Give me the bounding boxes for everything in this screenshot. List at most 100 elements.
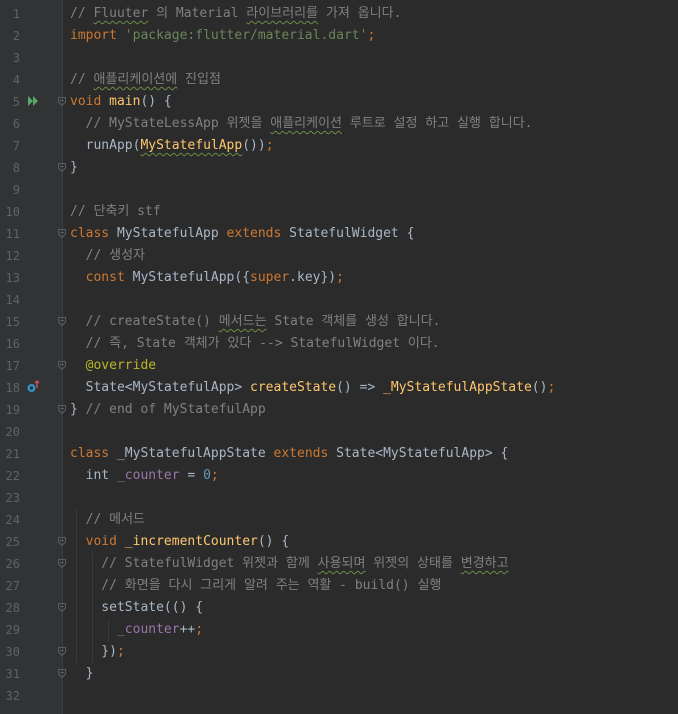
code-line[interactable]: 7 runApp(MyStatefulApp()); bbox=[0, 135, 678, 157]
code-line[interactable]: 29 _counter++; bbox=[0, 619, 678, 641]
line-number: 13 bbox=[5, 271, 20, 285]
code-token: MyStatefulApp bbox=[140, 138, 243, 153]
line-number: 20 bbox=[5, 425, 20, 439]
code-line[interactable]: 23 bbox=[0, 487, 678, 509]
code-line[interactable]: 24 // 메서드 bbox=[0, 509, 678, 531]
code-line[interactable]: 25 void _incrementCounter() { bbox=[0, 531, 678, 553]
code-token: 라이브러리를 bbox=[246, 6, 319, 21]
code-token: 가져 옵니다. bbox=[318, 6, 402, 21]
fold-marker-icon[interactable] bbox=[58, 537, 66, 546]
code-token: 변경하고 bbox=[460, 556, 509, 571]
override-method-icon[interactable] bbox=[26, 380, 40, 398]
code-token: ; bbox=[367, 28, 376, 43]
fold-marker-icon[interactable] bbox=[58, 647, 66, 656]
code-token: 진입점 bbox=[177, 72, 221, 87]
code-token: () { bbox=[140, 94, 172, 109]
code-line[interactable]: 1 // Fluuter 의 Material 라이브러리를 가져 옵니다. bbox=[0, 3, 678, 25]
code-line[interactable]: 28 setState(() { bbox=[0, 597, 678, 619]
line-number: 22 bbox=[5, 469, 20, 483]
code-line[interactable]: 10 // 단축키 stf bbox=[0, 201, 678, 223]
code-token: _MyStatefulAppState bbox=[116, 446, 274, 461]
code-line[interactable]: 14 bbox=[0, 289, 678, 311]
code-text: void main() { bbox=[70, 91, 172, 113]
code-line[interactable]: 6 // MyStateLessApp 위젯을 애플리케이션 루트로 설정 하고… bbox=[0, 113, 678, 135]
code-token: 사용되며 bbox=[317, 556, 366, 571]
code-line[interactable]: 30 }); bbox=[0, 641, 678, 663]
code-token: () => bbox=[336, 380, 384, 395]
code-text: // 단축키 stf bbox=[70, 201, 161, 223]
code-token: ; bbox=[210, 468, 219, 483]
code-line[interactable]: 32 bbox=[0, 685, 678, 707]
code-line[interactable]: 15 // createState() 메서드는 State 객체를 생성 합니… bbox=[0, 311, 678, 333]
code-editor[interactable]: 1 // Fluuter 의 Material 라이브러리를 가져 옵니다. 2 im… bbox=[0, 0, 678, 714]
code-line[interactable]: 4 // 애플리케이션에 진입점 bbox=[0, 69, 678, 91]
code-line[interactable]: 22 int _counter = 0; bbox=[0, 465, 678, 487]
run-icon[interactable] bbox=[27, 95, 41, 111]
code-line[interactable]: 26 // StatefulWidget 위젯과 함께 사용되며 위젯의 상태를… bbox=[0, 553, 678, 575]
code-line[interactable]: 3 bbox=[0, 47, 678, 69]
code-token: StatefulWidget { bbox=[289, 226, 415, 241]
code-token: Fluuter bbox=[93, 6, 149, 21]
code-token: () { bbox=[257, 534, 290, 549]
code-line[interactable]: 27 // 화면을 다시 그리게 알려 주는 역활 - build() 실행 bbox=[0, 575, 678, 597]
code-line[interactable]: 17 @override bbox=[0, 355, 678, 377]
code-token: // 화면을 다시 그리게 알려 주는 역활 - build() 실행 bbox=[70, 578, 442, 593]
code-text: // StatefulWidget 위젯과 함께 사용되며 위젯의 상태를 변경… bbox=[70, 553, 509, 575]
code-text: setState(() { bbox=[70, 597, 203, 619]
line-number: 18 bbox=[5, 381, 20, 395]
code-text: void _incrementCounter() { bbox=[70, 531, 290, 553]
fold-marker-icon[interactable] bbox=[58, 97, 66, 106]
code-line[interactable]: 11 class MyStatefulApp extends StatefulWi… bbox=[0, 223, 678, 245]
code-token: class bbox=[70, 446, 117, 461]
code-text: } // end of MyStatefulApp bbox=[70, 399, 266, 421]
code-token: // bbox=[70, 6, 94, 21]
code-text: const MyStatefulApp({super.key}); bbox=[70, 267, 344, 289]
code-token: = bbox=[187, 468, 204, 483]
code-token: // 즉, State 객체가 있다 --> StatefulWidget 이다… bbox=[70, 336, 440, 351]
code-token: 루트로 설정 하고 실행 합니다. bbox=[342, 116, 533, 131]
code-line[interactable]: 19} // end of MyStatefulApp bbox=[0, 399, 678, 421]
code-line[interactable]: 18 State<MyStatefulApp> createState() =>… bbox=[0, 377, 678, 399]
code-token: // createState() bbox=[70, 314, 219, 329]
code-token: ; bbox=[116, 644, 125, 659]
code-line[interactable]: 20 bbox=[0, 421, 678, 443]
line-number: 25 bbox=[5, 535, 20, 549]
code-line[interactable]: 13 const MyStatefulApp({super.key}); bbox=[0, 267, 678, 289]
code-line[interactable]: 2 import 'package:flutter/material.dart'; bbox=[0, 25, 678, 47]
fold-marker-icon[interactable] bbox=[58, 317, 66, 326]
fold-marker-icon[interactable] bbox=[58, 669, 66, 678]
code-text: runApp(MyStatefulApp()); bbox=[70, 135, 274, 157]
fold-marker-icon[interactable] bbox=[58, 405, 66, 414]
code-token: // 단축키 stf bbox=[70, 204, 161, 219]
code-token: // end of MyStatefulApp bbox=[85, 402, 266, 417]
code-line[interactable]: 31 } bbox=[0, 663, 678, 685]
indent-guide bbox=[76, 509, 77, 663]
code-token: }) bbox=[70, 644, 117, 659]
fold-marker-icon[interactable] bbox=[58, 603, 66, 612]
indent-guide bbox=[92, 553, 93, 663]
code-line[interactable]: 9 bbox=[0, 179, 678, 201]
fold-marker-icon[interactable] bbox=[58, 163, 66, 172]
code-text: // Fluuter 의 Material 라이브러리를 가져 옵니다. bbox=[70, 3, 401, 25]
line-number: 28 bbox=[5, 601, 20, 615]
code-token: _MyStatefulAppState bbox=[383, 380, 532, 395]
code-token: // 메서드 bbox=[70, 512, 146, 527]
code-text: // 메서드 bbox=[70, 509, 145, 531]
code-line[interactable]: 16 // 즉, State 객체가 있다 --> StatefulWidget… bbox=[0, 333, 678, 355]
fold-marker-icon[interactable] bbox=[58, 559, 66, 568]
code-token: extends bbox=[226, 226, 290, 241]
line-number: 27 bbox=[5, 579, 20, 593]
line-number: 26 bbox=[5, 557, 20, 571]
code-line[interactable]: 8} bbox=[0, 157, 678, 179]
code-token: main bbox=[109, 94, 141, 109]
fold-marker-icon[interactable] bbox=[58, 361, 66, 370]
code-token: 애플리케이션 bbox=[270, 116, 343, 131]
code-token: int bbox=[70, 468, 117, 483]
code-text: import 'package:flutter/material.dart'; bbox=[70, 25, 375, 47]
code-line[interactable]: 5 void main() { bbox=[0, 91, 678, 113]
code-line[interactable]: 21 class _MyStatefulAppState extends Stat… bbox=[0, 443, 678, 465]
code-line[interactable]: 12 // 생성자 bbox=[0, 245, 678, 267]
code-token: // bbox=[70, 72, 94, 87]
fold-marker-icon[interactable] bbox=[58, 229, 66, 238]
line-number: 16 bbox=[5, 337, 20, 351]
